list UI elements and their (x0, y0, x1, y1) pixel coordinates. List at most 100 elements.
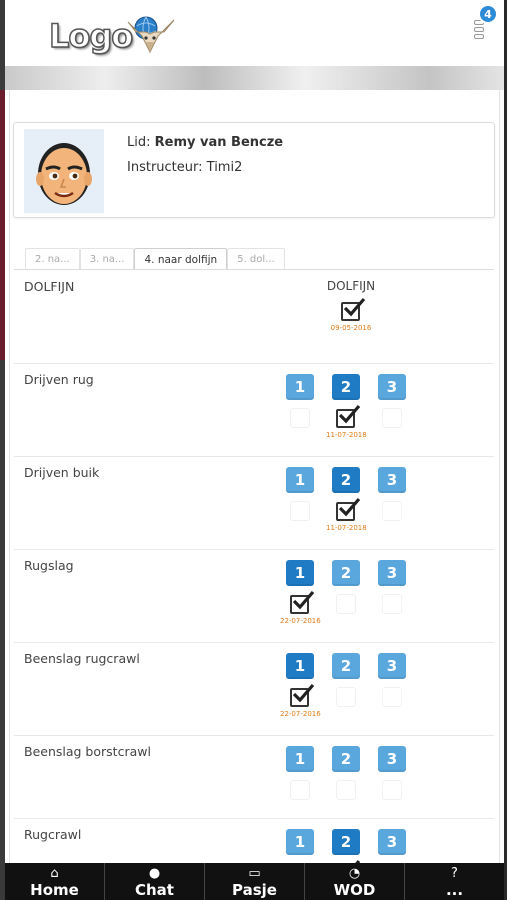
checkbox-box (382, 594, 402, 614)
header-banner (5, 66, 504, 90)
level-set: 123 (286, 746, 416, 802)
level-1-button[interactable]: 1 (286, 467, 314, 493)
diploma-block: DOLFIJN 09-05-2016 (286, 279, 416, 332)
nav-label: ... (445, 881, 464, 899)
nav-label: Chat (135, 881, 174, 899)
level-2-button[interactable]: 2 (332, 653, 360, 679)
level-2-button[interactable]: 2 (332, 467, 360, 493)
menu-bar (474, 34, 484, 39)
level-3-button[interactable]: 3 (378, 560, 406, 586)
level-1-button[interactable]: 1 (286, 653, 314, 679)
level-2-button[interactable]: 2 (332, 746, 360, 772)
checkbox-box (382, 687, 402, 707)
checkbox-box (382, 780, 402, 800)
tab-4[interactable]: 5. dol... (227, 248, 285, 270)
dashboard-icon: ◔ (348, 866, 361, 881)
level-3-button[interactable]: 3 (378, 467, 406, 493)
level-2-checkbox[interactable]: 11-07-2018 (326, 404, 367, 439)
level-1-checkbox[interactable] (286, 501, 314, 523)
bottom-nav: ⌂ Home ● Chat ▭ Pasje ◔ WOD?... (5, 863, 504, 900)
level-set: 1 2 3 22-07-2016 (280, 653, 416, 718)
tab-1[interactable]: 2. na... (25, 248, 80, 270)
profile-info: Lid: Remy van Bencze Instructeur: Timi2 (127, 135, 283, 185)
level-checks: 11-07-2018 (286, 497, 416, 532)
home-icon: ⌂ (50, 866, 59, 881)
checkmark-icon (338, 497, 361, 517)
skill-row: Rugslag 1 2 3 22-07-2016 (14, 550, 494, 643)
skill-row: Beenslag rugcrawl 1 2 3 22-07-2016 (14, 643, 494, 736)
checkmark-icon (292, 683, 315, 703)
level-3-checkbox[interactable] (378, 501, 406, 523)
skill-row: Rugcrawl 1 2 3 (14, 819, 494, 863)
level-2-button[interactable]: 2 (332, 560, 360, 586)
level-1-checkbox[interactable]: 22-07-2016 (280, 683, 321, 718)
checkbox-box (290, 501, 310, 521)
level-1-checkbox[interactable]: 22-07-2016 (280, 590, 321, 625)
nav-item-home[interactable]: ⌂ Home (5, 863, 104, 900)
checkbox-box (290, 780, 310, 800)
level-buttons: 123 (286, 560, 416, 586)
nav-label: WOD (333, 881, 376, 899)
level-2-checkbox[interactable]: 11-07-2018 (326, 497, 367, 532)
level-buttons: 123 (286, 467, 416, 493)
level-3-checkbox[interactable] (378, 780, 406, 802)
fox-globe-icon (124, 12, 178, 60)
level-1-checkbox[interactable] (286, 408, 314, 430)
nav-item-chat[interactable]: ● Chat (104, 863, 204, 900)
member-name: Remy van Bencze (154, 135, 284, 150)
completion-date: 22-07-2016 (280, 710, 321, 718)
diploma-date: 09-05-2016 (330, 324, 372, 332)
notification-badge[interactable]: 4 (478, 4, 498, 24)
level-1-button[interactable]: 1 (286, 560, 314, 586)
nav-item-pasje[interactable]: ▭ Pasje (204, 863, 304, 900)
level-3-checkbox[interactable] (378, 687, 406, 709)
level-2-checkbox[interactable] (332, 687, 360, 709)
level-set: 123 (286, 829, 416, 863)
level-3-button[interactable]: 3 (378, 374, 406, 400)
completion-date: 11-07-2018 (326, 431, 367, 439)
level-2-button[interactable]: 2 (332, 374, 360, 400)
level-1-button[interactable]: 1 (286, 829, 314, 855)
logo[interactable]: Logo (48, 12, 178, 60)
skill-name: Rugslag (24, 558, 74, 573)
tab-2[interactable]: 3. na... (79, 248, 135, 270)
skill-name: Drijven buik (24, 465, 100, 480)
level-buttons: 123 (286, 829, 416, 855)
tab-3[interactable]: 4. naar dolfijn (134, 248, 228, 270)
main-content: Lid: Remy van Bencze Instructeur: Timi2 … (5, 90, 504, 863)
level-buttons: 123 (286, 653, 416, 679)
level-3-button[interactable]: 3 (378, 829, 406, 855)
checkbox-box (382, 501, 402, 521)
skill-name: Beenslag rugcrawl (24, 651, 140, 666)
level-2-button[interactable]: 2 (332, 829, 360, 855)
level-1-button[interactable]: 1 (286, 746, 314, 772)
level-checks: 11-07-2018 (286, 404, 416, 439)
chat-icon: ● (148, 866, 161, 881)
level-3-button[interactable]: 3 (378, 746, 406, 772)
nav-item-wod[interactable]: ◔ WOD (304, 863, 404, 900)
level-3-checkbox[interactable] (378, 408, 406, 430)
profile-card: Lid: Remy van Bencze Instructeur: Timi2 (13, 122, 495, 218)
level-2-checkbox[interactable] (332, 780, 360, 802)
instructor-label: Instructeur: (127, 160, 203, 175)
level-checks: 22-07-2016 (280, 683, 416, 718)
help-icon: ? (451, 866, 458, 881)
skill-row: Beenslag borstcrawl 1 2 3 (14, 736, 494, 819)
instructor-name: Timi2 (206, 160, 243, 175)
tabs-divider (14, 269, 494, 270)
nav-item-more[interactable]: ?... (404, 863, 504, 900)
checkbox-box (382, 408, 402, 428)
logo-text: Logo (48, 16, 134, 56)
completion-date: 22-07-2016 (280, 617, 321, 625)
level-1-checkbox[interactable] (286, 780, 314, 802)
checkbox-box (336, 780, 356, 800)
level-1-button[interactable]: 1 (286, 374, 314, 400)
diploma-checkbox[interactable]: 09-05-2016 (331, 297, 371, 332)
level-3-button[interactable]: 3 (378, 653, 406, 679)
skill-list: DOLFIJN DOLFIJN 09-05-2016 Drijven rug 1 2… (14, 271, 494, 863)
level-2-checkbox[interactable] (332, 594, 360, 616)
level-3-checkbox[interactable] (378, 594, 406, 616)
top-bar: Logo 4 (5, 0, 504, 66)
skill-row: Drijven buik 1 2 3 11-07-2018 (14, 457, 494, 550)
skill-name: Rugcrawl (24, 827, 82, 842)
